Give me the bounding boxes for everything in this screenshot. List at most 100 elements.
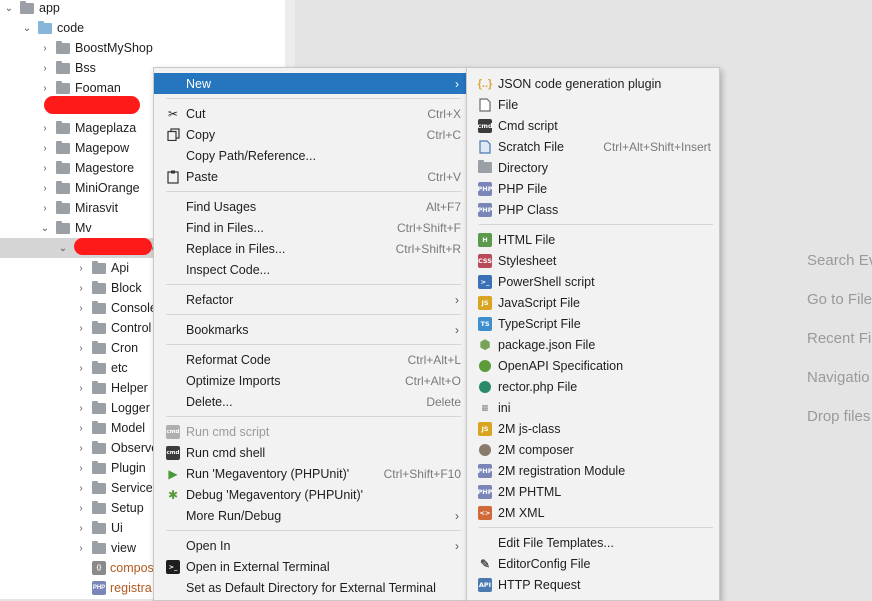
submenu-arrow-icon: › <box>455 508 459 523</box>
menu-item-set-as-default-directory-for-external-terminal[interactable]: Set as Default Directory for External Te… <box>154 577 467 598</box>
menu-separator <box>166 191 461 192</box>
chevron-right-icon[interactable]: › <box>76 483 86 494</box>
chevron-right-icon[interactable]: › <box>76 363 86 374</box>
chevron-right-icon[interactable]: › <box>76 403 86 414</box>
chevron-right-icon[interactable]: › <box>76 343 86 354</box>
chevron-right-icon[interactable]: › <box>40 83 50 94</box>
chevron-down-icon[interactable]: ⌄ <box>4 3 14 14</box>
new-item-typescript-file[interactable]: TS TypeScript File <box>467 313 719 334</box>
chevron-right-icon[interactable]: › <box>40 63 50 74</box>
new-item-edit-file-templates[interactable]: Edit File Templates... <box>467 532 719 553</box>
new-item-cmd-script[interactable]: cmd Cmd script <box>467 115 719 136</box>
chevron-down-icon[interactable]: ⌄ <box>40 223 50 234</box>
chevron-right-icon[interactable]: › <box>76 423 86 434</box>
new-item-directory[interactable]: Directory <box>467 157 719 178</box>
new-item-2m-phtml[interactable]: PHP 2M PHTML <box>467 481 719 502</box>
menu-item-bookmarks[interactable]: Bookmarks › <box>154 319 467 340</box>
new-item-file[interactable]: File <box>467 94 719 115</box>
folder-icon <box>92 340 106 354</box>
menu-item-shortcut: Ctrl+X <box>427 106 461 121</box>
debug-icon: ✱ <box>167 487 179 502</box>
submenu-arrow-icon: › <box>455 322 459 337</box>
chevron-right-icon[interactable]: › <box>40 43 50 54</box>
menu-item-find-usages[interactable]: Find Usages Alt+F7 <box>154 196 467 217</box>
chevron-right-icon[interactable]: › <box>76 503 86 514</box>
new-item-html-file[interactable]: H HTML File <box>467 229 719 250</box>
chevron-right-icon[interactable]: › <box>76 443 86 454</box>
new-item-php-class[interactable]: PHP PHP Class <box>467 199 719 220</box>
menu-item-reformat-code[interactable]: Reformat Code Ctrl+Alt+L <box>154 349 467 370</box>
chevron-down-icon[interactable]: ⌄ <box>22 23 32 34</box>
new-item-2m-registration-module[interactable]: PHP 2M registration Module <box>467 460 719 481</box>
chevron-right-icon[interactable]: › <box>76 543 86 554</box>
chevron-right-icon[interactable]: › <box>76 523 86 534</box>
menu-item-delete[interactable]: Delete... Delete <box>154 391 467 412</box>
new-item-editorconfig-file[interactable]: ✎ EditorConfig File <box>467 553 719 574</box>
new-item-2m-js-class[interactable]: JS 2M js-class <box>467 418 719 439</box>
chevron-right-icon[interactable]: › <box>76 263 86 274</box>
menu-item-run-megaventory-phpunit[interactable]: ▶ Run 'Megaventory (PHPUnit)' Ctrl+Shift+F… <box>154 463 467 484</box>
menu-item-label: PHP File <box>498 181 548 196</box>
tree-row-label: Setup <box>111 501 144 515</box>
new-item-stylesheet[interactable]: CSS Stylesheet <box>467 250 719 271</box>
chevron-right-icon[interactable]: › <box>40 123 50 134</box>
json-file-icon: {} <box>92 561 106 575</box>
folder-icon <box>56 60 70 74</box>
ts-icon: TS <box>478 316 492 331</box>
menu-separator <box>479 527 713 528</box>
chevron-right-icon[interactable]: › <box>76 383 86 394</box>
menu-item-find-in-files[interactable]: Find in Files... Ctrl+Shift+F <box>154 217 467 238</box>
new-item-json-code-generation-plugin[interactable]: {..} JSON code generation plugin <box>467 73 719 94</box>
new-item-rector-php-file[interactable]: rector.php File <box>467 376 719 397</box>
menu-item-more-run-debug[interactable]: More Run/Debug › <box>154 505 467 526</box>
menu-item-refactor[interactable]: Refactor › <box>154 289 467 310</box>
new-item-openapi-specification[interactable]: OpenAPI Specification <box>467 355 719 376</box>
menu-item-copy-path-reference[interactable]: Copy Path/Reference... <box>154 145 467 166</box>
menu-item-label: Find in Files... <box>186 220 264 235</box>
menu-item-paste[interactable]: Paste Ctrl+V <box>154 166 467 187</box>
menu-item-open-in[interactable]: Open In › <box>154 535 467 556</box>
folder-icon <box>56 140 70 154</box>
chevron-right-icon[interactable]: › <box>76 323 86 334</box>
chevron-right-icon[interactable]: › <box>76 283 86 294</box>
menu-item-shortcut: Delete <box>426 394 461 409</box>
menu-item-inspect-code[interactable]: Inspect Code... <box>154 259 467 280</box>
chevron-right-icon[interactable]: › <box>76 463 86 474</box>
folder-icon <box>92 380 106 394</box>
menu-item-run-cmd-shell[interactable]: cmd Run cmd shell <box>154 442 467 463</box>
menu-item-open-in-external-terminal[interactable]: >_ Open in External Terminal <box>154 556 467 577</box>
chevron-right-icon[interactable]: › <box>40 183 50 194</box>
php-class-icon: PHP <box>478 202 492 217</box>
context-menu: New › ✂ Cut Ctrl+X Copy Ctrl+C Copy Path/Refere… <box>153 67 468 601</box>
new-item-package-json-file[interactable]: ⬢ package.json File <box>467 334 719 355</box>
menu-item-copy[interactable]: Copy Ctrl+C <box>154 124 467 145</box>
menu-item-label: Open in External Terminal <box>186 559 330 574</box>
new-item-scratch-file[interactable]: Scratch File Ctrl+Alt+Shift+Insert <box>467 136 719 157</box>
menu-item-replace-in-files[interactable]: Replace in Files... Ctrl+Shift+R <box>154 238 467 259</box>
cmd-icon: cmd <box>166 445 180 460</box>
new-item-php-file[interactable]: PHP PHP File <box>467 178 719 199</box>
tree-row-label: Ui <box>111 521 123 535</box>
new-item-powershell-script[interactable]: >_ PowerShell script <box>467 271 719 292</box>
chevron-right-icon[interactable]: › <box>40 163 50 174</box>
chevron-down-icon[interactable]: ⌄ <box>58 243 68 254</box>
menu-item-new[interactable]: New › <box>154 73 467 94</box>
new-item-2m-composer[interactable]: 2M composer <box>467 439 719 460</box>
paste-icon <box>166 170 180 184</box>
folder-icon <box>92 540 106 554</box>
chevron-right-icon[interactable]: › <box>40 143 50 154</box>
tree-row[interactable]: › BoostMyShop <box>0 38 285 58</box>
menu-item-optimize-imports[interactable]: Optimize Imports Ctrl+Alt+O <box>154 370 467 391</box>
tree-row-label: etc <box>111 361 128 375</box>
new-item-http-request[interactable]: API HTTP Request <box>467 574 719 595</box>
tree-row[interactable]: ⌄ code <box>0 18 285 38</box>
chevron-right-icon[interactable]: › <box>76 303 86 314</box>
menu-item-cut[interactable]: ✂ Cut Ctrl+X <box>154 103 467 124</box>
chevron-right-icon[interactable]: › <box>40 203 50 214</box>
new-item-javascript-file[interactable]: JS JavaScript File <box>467 292 719 313</box>
menu-item-run-cmd-script[interactable]: cmd Run cmd script <box>154 421 467 442</box>
menu-item-debug-megaventory-phpunit[interactable]: ✱ Debug 'Megaventory (PHPUnit)' <box>154 484 467 505</box>
new-item-2m-xml[interactable]: <> 2M XML <box>467 502 719 523</box>
tree-row[interactable]: ⌄ app <box>0 0 285 18</box>
new-item-ini[interactable]: ≡ ini <box>467 397 719 418</box>
